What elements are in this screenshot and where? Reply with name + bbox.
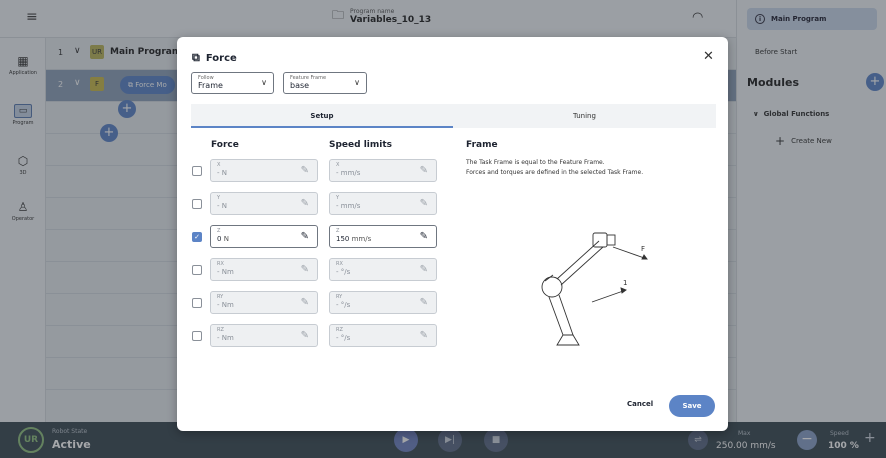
- value-text: -: [217, 301, 220, 309]
- unit-text: Nm: [221, 301, 234, 309]
- unit-text: Nm: [221, 334, 234, 342]
- speed-z-field[interactable]: Z 150 mm/s ✎: [329, 225, 437, 248]
- frame-arrow-label: 1: [623, 279, 627, 287]
- field-value: - N: [217, 201, 311, 211]
- value-text: -: [336, 202, 339, 210]
- frame-text-1: The Task Frame is equal to the Feature F…: [466, 159, 605, 166]
- unit-text: Nm: [221, 268, 234, 276]
- pencil-icon: ✎: [300, 297, 309, 308]
- force-dialog: ⧉ Force ✕ Follow Frame ∨ Feature Frame b…: [177, 37, 728, 431]
- unit-text: °/s: [340, 301, 351, 309]
- checkbox-y[interactable]: [192, 199, 202, 209]
- pencil-icon: ✎: [419, 198, 428, 209]
- follow-value: Frame: [198, 81, 223, 90]
- unit-text: mm/s: [340, 169, 361, 177]
- close-icon[interactable]: ✕: [703, 49, 714, 64]
- force-header: Force: [211, 140, 239, 150]
- field-value: - mm/s: [336, 168, 430, 178]
- checkbox-rx[interactable]: [192, 265, 202, 275]
- value-text: -: [336, 334, 339, 342]
- pencil-icon: ✎: [300, 264, 309, 275]
- value-text: -: [217, 334, 220, 342]
- pencil-icon: ✎: [419, 231, 428, 242]
- speed-limits-header: Speed limits: [329, 140, 392, 150]
- robot-frame-diagram: F 1: [541, 232, 648, 346]
- pencil-icon: ✎: [419, 165, 428, 176]
- save-button[interactable]: Save: [669, 395, 715, 417]
- pencil-icon: ✎: [300, 231, 309, 242]
- field-value: - Nm: [217, 333, 311, 343]
- cancel-button[interactable]: Cancel: [627, 400, 653, 408]
- field-value: 150 mm/s: [336, 234, 430, 244]
- unit-text: mm/s: [351, 235, 372, 243]
- speed-ry-field[interactable]: RY - °/s ✎: [329, 291, 437, 314]
- pencil-icon: ✎: [419, 330, 428, 341]
- field-value: - Nm: [217, 300, 311, 310]
- dialog-title: ⧉ Force: [192, 51, 237, 65]
- chevron-down-icon: ∨: [261, 78, 267, 87]
- field-value: - °/s: [336, 333, 430, 343]
- force-y-field[interactable]: Y - N ✎: [210, 192, 318, 215]
- checkbox-z[interactable]: ✓: [192, 232, 202, 242]
- chevron-down-icon: ∨: [354, 78, 360, 87]
- pencil-icon: ✎: [300, 330, 309, 341]
- feature-frame-dropdown[interactable]: Feature Frame base ∨: [283, 72, 367, 94]
- field-value: - °/s: [336, 300, 430, 310]
- follow-dropdown[interactable]: Follow Frame ∨: [191, 72, 274, 94]
- force-x-field[interactable]: X - N ✎: [210, 159, 318, 182]
- value-text: -: [217, 202, 220, 210]
- checkbox-x[interactable]: [192, 166, 202, 176]
- force-arrow-label: F: [641, 245, 645, 253]
- value-text: -: [217, 169, 220, 177]
- speed-rz-field[interactable]: RZ - °/s ✎: [329, 324, 437, 347]
- speed-y-field[interactable]: Y - mm/s ✎: [329, 192, 437, 215]
- unit-text: mm/s: [340, 202, 361, 210]
- unit-text: °/s: [340, 268, 351, 276]
- force-z-field[interactable]: Z 0 N ✎: [210, 225, 318, 248]
- unit-text: °/s: [340, 334, 351, 342]
- unit-text: N: [221, 202, 228, 210]
- tab-bar: Setup Tuning: [191, 104, 716, 128]
- checkbox-ry[interactable]: [192, 298, 202, 308]
- external-link-icon: ⧉: [192, 51, 200, 64]
- pencil-icon: ✎: [419, 297, 428, 308]
- feature-frame-value: base: [290, 81, 310, 90]
- field-value: - N: [217, 168, 311, 178]
- pencil-icon: ✎: [300, 165, 309, 176]
- checkbox-rz[interactable]: [192, 331, 202, 341]
- frame-description: The Task Frame is equal to the Feature F…: [466, 158, 716, 178]
- speed-rx-field[interactable]: RX - °/s ✎: [329, 258, 437, 281]
- field-value: - mm/s: [336, 201, 430, 211]
- dialog-title-text: Force: [205, 52, 237, 64]
- force-ry-field[interactable]: RY - Nm ✎: [210, 291, 318, 314]
- force-rz-field[interactable]: RZ - Nm ✎: [210, 324, 318, 347]
- value-text: -: [217, 268, 220, 276]
- tab-tuning[interactable]: Tuning: [453, 104, 716, 128]
- frame-header: Frame: [466, 140, 498, 150]
- field-value: 0 N: [217, 234, 311, 244]
- unit-text: N: [221, 169, 228, 177]
- value-text: 0: [217, 235, 222, 243]
- unit-text: N: [223, 235, 229, 243]
- value-text: -: [336, 301, 339, 309]
- frame-text-2: Forces and torques are defined in the se…: [466, 169, 644, 176]
- force-rx-field[interactable]: RX - Nm ✎: [210, 258, 318, 281]
- field-value: - Nm: [217, 267, 311, 277]
- tab-setup[interactable]: Setup: [191, 104, 453, 128]
- pencil-icon: ✎: [419, 264, 428, 275]
- speed-x-field[interactable]: X - mm/s ✎: [329, 159, 437, 182]
- value-text: 150: [336, 235, 350, 243]
- value-text: -: [336, 268, 339, 276]
- value-text: -: [336, 169, 339, 177]
- field-value: - °/s: [336, 267, 430, 277]
- pencil-icon: ✎: [300, 198, 309, 209]
